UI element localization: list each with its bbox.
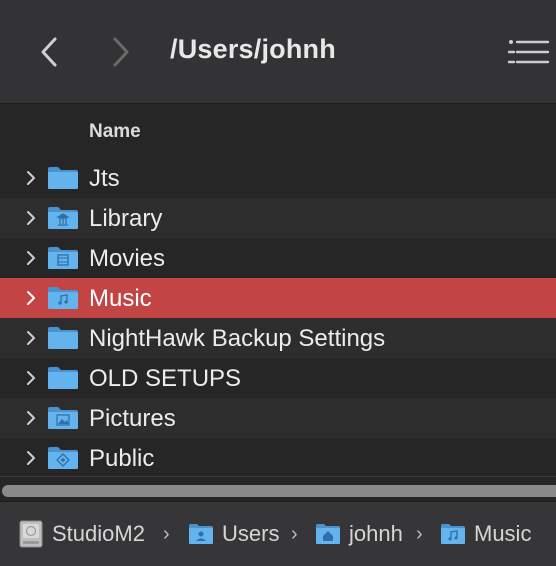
list-item-selected[interactable]: Music [0,278,556,318]
list-item[interactable]: NightHawk Backup Settings [0,318,556,358]
column-header: Name [0,105,556,159]
disclosure-triangle-icon[interactable] [22,369,40,387]
item-name: Jts [89,165,120,192]
movies-folder-icon [48,247,78,269]
path-separator: › [163,523,170,545]
list-item[interactable]: Movies [0,238,556,278]
music-folder-icon [48,287,78,309]
path-item-label: Music [474,521,532,546]
path-item-users[interactable]: Users [188,520,279,548]
view-options-button[interactable] [506,32,552,72]
hard-drive-icon [19,520,43,548]
item-name: Music [89,285,152,312]
folder-icon [48,327,78,349]
horizontal-scrollbar[interactable] [0,476,556,500]
disclosure-triangle-icon[interactable] [22,329,40,347]
path-separator: › [291,523,298,545]
disclosure-triangle-icon[interactable] [22,209,40,227]
item-name: Library [89,205,163,232]
folder-icon [48,167,78,189]
disclosure-triangle-icon[interactable] [22,409,40,427]
path-item-studiom2[interactable]: StudioM2 [18,520,145,548]
back-button[interactable] [34,34,64,70]
list-item[interactable]: OLD SETUPS [0,358,556,398]
list-item[interactable]: Public [0,438,556,478]
users-folder-icon [189,524,213,544]
list-item[interactable]: Pictures [0,398,556,438]
disclosure-triangle-icon[interactable] [22,249,40,267]
list-item[interactable]: Jts [0,158,556,198]
name-column-header[interactable]: Name [89,121,141,143]
path-item-johnh[interactable]: johnh [315,520,403,548]
file-list: Jts Library Movies Music NightHawk Backu… [0,158,556,478]
disclosure-triangle-icon[interactable] [22,289,40,307]
disclosure-triangle-icon[interactable] [22,169,40,187]
list-item[interactable]: Library [0,198,556,238]
path-bar: StudioM2 › Users › johnh › Music [0,501,556,566]
disclosure-triangle-icon[interactable] [22,449,40,467]
list-options-icon [507,40,550,64]
path-item-music[interactable]: Music [440,520,531,548]
folder-icon [48,367,78,389]
window-title: /Users/johnh [170,34,336,64]
public-folder-icon [48,447,78,469]
library-folder-icon [48,207,78,229]
music-folder-icon [441,524,465,544]
scrollbar-thumb[interactable] [2,485,556,497]
item-name: Pictures [89,405,176,432]
toolbar: /Users/johnh [0,0,556,104]
chevron-right-icon [113,37,129,67]
item-name: Public [89,445,155,472]
chevron-left-icon [41,37,57,67]
item-name: NightHawk Backup Settings [89,325,386,352]
forward-button[interactable] [106,34,136,70]
item-name: OLD SETUPS [89,365,242,392]
item-name: Movies [89,245,166,272]
home-folder-icon [316,524,340,544]
path-item-label: StudioM2 [52,521,145,546]
path-separator: › [416,523,423,545]
path-item-label: Users [222,521,280,546]
path-item-label: johnh [349,521,403,546]
pictures-folder-icon [48,407,78,429]
